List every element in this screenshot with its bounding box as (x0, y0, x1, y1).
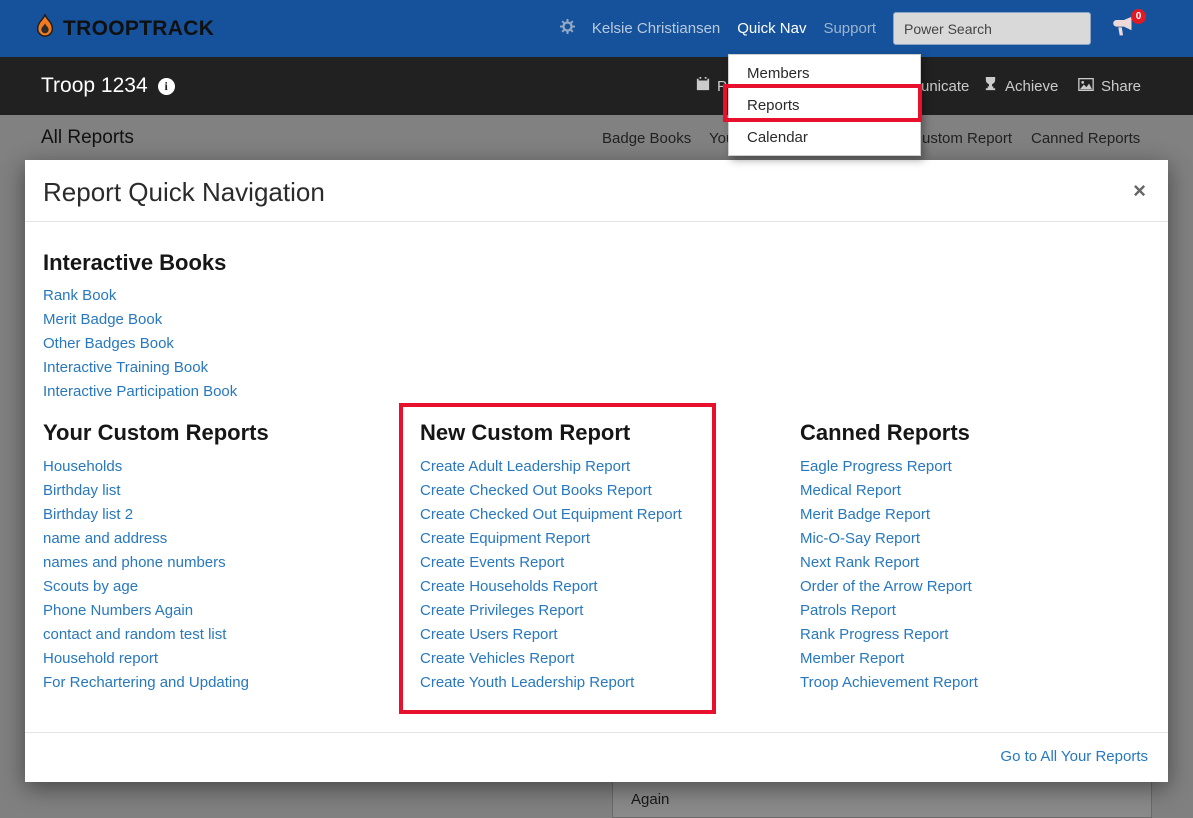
report-link[interactable]: Scouts by age (43, 575, 138, 599)
report-link[interactable]: Create Adult Leadership Report (420, 455, 630, 479)
quick-nav-dropdown: Members Reports Calendar (728, 54, 921, 156)
report-link[interactable]: Order of the Arrow Report (800, 575, 972, 599)
quick-nav-menu-button[interactable]: Quick Nav (737, 20, 806, 37)
modal-body: Interactive Books Rank Book Merit Badge … (25, 222, 1168, 695)
announcements-button[interactable]: 0 (1112, 8, 1146, 42)
report-link[interactable]: Phone Numbers Again (43, 599, 193, 623)
report-link[interactable]: Create Households Report (420, 575, 598, 599)
report-link[interactable]: Interactive Participation Book (43, 380, 237, 404)
troop-name: Troop 1234 (41, 74, 148, 97)
calendar-icon (696, 77, 710, 95)
report-link[interactable]: Eagle Progress Report (800, 455, 952, 479)
trophy-icon (983, 77, 998, 95)
report-link[interactable]: Mic-O-Say Report (800, 527, 920, 551)
close-icon[interactable]: × (1133, 180, 1146, 202)
subnav-item-share[interactable]: Share (1078, 57, 1141, 115)
subnav-item-communicate[interactable]: unicate (921, 57, 969, 115)
image-icon (1078, 77, 1094, 95)
your-custom-reports-column: Your Custom Reports Households Birthday … (43, 420, 420, 695)
report-link[interactable]: Create Vehicles Report (420, 647, 574, 671)
report-link[interactable]: Create Youth Leadership Report (420, 671, 634, 695)
section-heading: Canned Reports (800, 420, 970, 445)
report-link[interactable]: Create Events Report (420, 551, 564, 575)
navbar-right: Kelsie Christiansen Quick Nav Support 0 (559, 0, 1146, 57)
report-link[interactable]: Create Users Report (420, 623, 558, 647)
report-link[interactable]: Birthday list (43, 479, 121, 503)
interactive-books-section: Interactive Books Rank Book Merit Badge … (43, 250, 1150, 404)
subnav-item-label: Share (1101, 77, 1142, 95)
report-link[interactable]: name and address (43, 527, 167, 551)
canned-reports-column: Canned Reports Eagle Progress Report Med… (800, 420, 1150, 695)
user-menu[interactable]: Kelsie Christiansen (592, 20, 720, 37)
top-navbar: TROOPTRACK Kelsie Christiansen Quick Nav… (0, 0, 1193, 57)
section-heading: New Custom Report (420, 420, 631, 445)
menu-item-calendar[interactable]: Calendar (729, 121, 920, 153)
report-link[interactable]: Merit Badge Book (43, 308, 162, 332)
troop-title: Troop 1234 i (41, 57, 175, 115)
report-link[interactable]: Interactive Training Book (43, 356, 208, 380)
troop-subnav: Troop 1234 i Pl unicate Achieve Share (0, 57, 1193, 115)
new-custom-report-column: New Custom Report Create Adult Leadershi… (420, 420, 800, 695)
report-link[interactable]: names and phone numbers (43, 551, 226, 575)
report-quick-navigation-modal: Report Quick Navigation × Interactive Bo… (25, 160, 1168, 782)
report-link[interactable]: Other Badges Book (43, 332, 174, 356)
report-link[interactable]: Patrols Report (800, 599, 896, 623)
trooptrack-logo[interactable]: TROOPTRACK (34, 0, 214, 57)
menu-item-reports[interactable]: Reports (729, 89, 920, 121)
report-link[interactable]: Household report (43, 647, 158, 671)
report-link[interactable]: Create Privileges Report (420, 599, 583, 623)
report-link[interactable]: Create Checked Out Equipment Report (420, 503, 682, 527)
section-heading: Interactive Books (43, 250, 227, 275)
notification-badge: 0 (1131, 8, 1146, 24)
go-to-all-reports-link[interactable]: Go to All Your Reports (1000, 748, 1148, 765)
section-heading: Your Custom Reports (43, 420, 269, 445)
report-link[interactable]: Rank Book (43, 284, 116, 308)
report-link[interactable]: Merit Badge Report (800, 503, 930, 527)
menu-item-members[interactable]: Members (729, 57, 920, 89)
subnav-item-label: Achieve (1005, 77, 1059, 95)
report-link[interactable]: contact and random test list (43, 623, 226, 647)
gear-icon[interactable] (559, 18, 575, 39)
modal-title: Report Quick Navigation (43, 177, 325, 207)
report-link[interactable]: Troop Achievement Report (800, 671, 978, 695)
report-link[interactable]: Member Report (800, 647, 904, 671)
report-columns: Your Custom Reports Households Birthday … (43, 420, 1150, 695)
report-link[interactable]: Birthday list 2 (43, 503, 133, 527)
megaphone-icon (1112, 16, 1137, 41)
power-search-input[interactable] (893, 12, 1091, 45)
report-link[interactable]: Create Equipment Report (420, 527, 590, 551)
modal-footer: Go to All Your Reports (25, 732, 1168, 782)
info-icon[interactable]: i (157, 77, 175, 95)
brand-name: TROOPTRACK (63, 16, 215, 40)
report-link[interactable]: Next Rank Report (800, 551, 919, 575)
report-link[interactable]: Create Checked Out Books Report (420, 479, 652, 503)
subnav-item-achieve[interactable]: Achieve (983, 57, 1058, 115)
report-link[interactable]: For Rechartering and Updating (43, 671, 249, 695)
report-link[interactable]: Households (43, 455, 122, 479)
flame-icon (34, 13, 56, 44)
report-link[interactable]: Medical Report (800, 479, 901, 503)
report-link[interactable]: Rank Progress Report (800, 623, 948, 647)
support-link[interactable]: Support (823, 20, 876, 37)
subnav-item-plan[interactable]: Pl (696, 57, 730, 115)
modal-header: Report Quick Navigation × (25, 160, 1168, 222)
